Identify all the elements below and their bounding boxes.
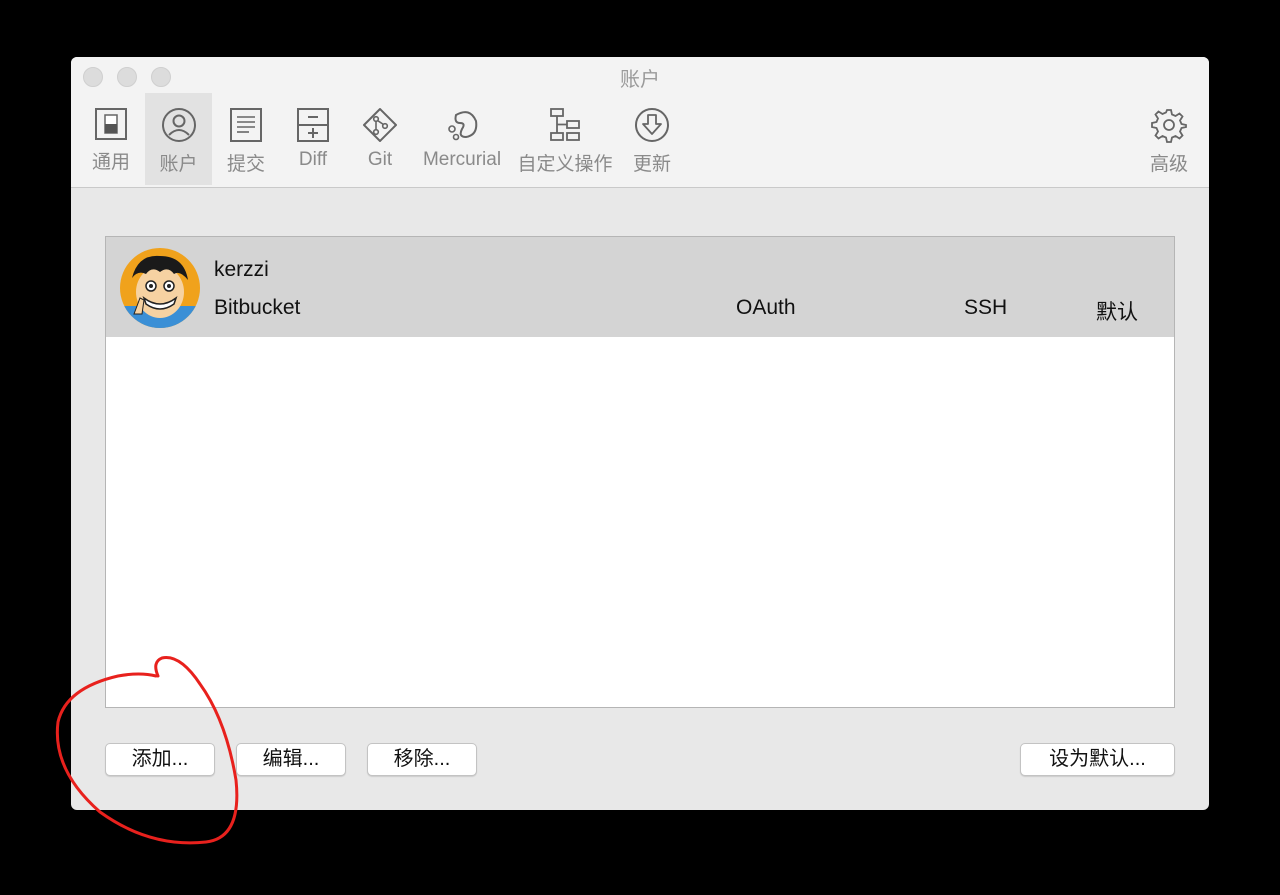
tab-commit[interactable]: 提交 xyxy=(219,93,273,185)
tab-git-label: Git xyxy=(367,149,393,170)
git-icon xyxy=(363,108,397,142)
switch-icon xyxy=(95,108,127,140)
account-auth: OAuth xyxy=(736,296,796,319)
window-title: 账户 xyxy=(620,69,660,91)
tab-update-label: 更新 xyxy=(632,154,671,175)
edit-account-button[interactable]: 编辑... xyxy=(236,743,346,776)
account-host: Bitbucket xyxy=(214,296,301,319)
avatar xyxy=(120,248,200,328)
account-row[interactable]: kerzzi Bitbucket OAuth SSH 默认 xyxy=(106,237,1174,337)
update-icon xyxy=(635,108,669,142)
account-icon xyxy=(161,108,196,142)
account-default-badge: 默认 xyxy=(1096,301,1138,324)
preferences-window: 账户 通用 账户 提交 Diff Git Mercurial 自定义操作 更新 … xyxy=(71,57,1209,810)
tab-custom-actions-label: 自定义操作 xyxy=(517,154,613,175)
tab-update[interactable]: 更新 xyxy=(625,93,679,185)
tab-diff[interactable]: Diff xyxy=(286,93,340,185)
commit-icon xyxy=(230,108,262,142)
add-account-button[interactable]: 添加... xyxy=(105,743,215,776)
set-default-button[interactable]: 设为默认... xyxy=(1020,743,1175,776)
toolbar: 账户 通用 账户 提交 Diff Git Mercurial 自定义操作 更新 … xyxy=(71,57,1209,188)
gear-icon xyxy=(1151,109,1187,143)
tab-diff-label: Diff xyxy=(298,149,328,170)
tab-general[interactable]: 通用 xyxy=(84,93,138,185)
account-protocol: SSH xyxy=(964,296,1008,319)
tab-general-label: 通用 xyxy=(91,152,130,173)
tab-advanced-label: 高级 xyxy=(1149,154,1188,175)
diff-icon xyxy=(297,108,329,142)
tab-mercurial-label: Mercurial xyxy=(422,149,502,170)
tab-git[interactable]: Git xyxy=(353,93,407,185)
tab-commit-label: 提交 xyxy=(226,154,265,175)
mercurial-icon xyxy=(448,111,478,141)
account-username: kerzzi xyxy=(214,258,269,281)
tab-accounts[interactable]: 账户 xyxy=(145,93,212,185)
tab-advanced[interactable]: 高级 xyxy=(1141,93,1197,185)
accounts-list[interactable]: kerzzi Bitbucket OAuth SSH 默认 xyxy=(105,236,1175,708)
tab-mercurial[interactable]: Mercurial xyxy=(421,93,503,185)
remove-account-button[interactable]: 移除... xyxy=(367,743,477,776)
custom-actions-icon xyxy=(550,108,580,141)
tab-accounts-label: 账户 xyxy=(159,154,198,175)
tab-custom-actions[interactable]: 自定义操作 xyxy=(517,93,613,185)
